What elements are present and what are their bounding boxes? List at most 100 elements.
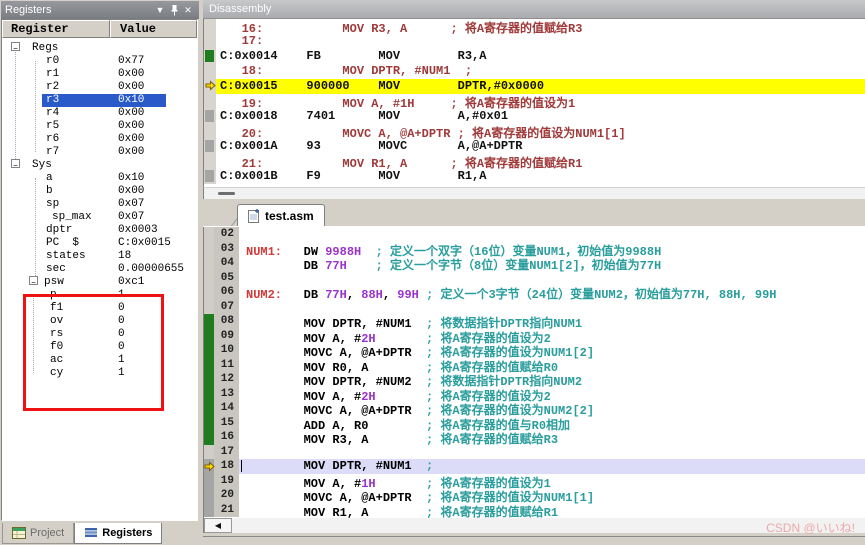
register-value[interactable]: 1 bbox=[118, 367, 125, 380]
editor-line-02[interactable]: 02 bbox=[204, 227, 865, 242]
editor-line-08[interactable]: 08 MOV DPTR, #NUM1 ; 将数据指针DPTR指向NUM1 bbox=[204, 314, 865, 331]
editor-line-12[interactable]: 12 MOV DPTR, #NUM2 ; 将数据指针DPTR指向NUM2 bbox=[204, 372, 865, 389]
gutter-cell[interactable] bbox=[204, 270, 214, 285]
disassembly-hscrollbar[interactable] bbox=[203, 187, 865, 199]
editor-line-03[interactable]: 03 NUM1: DW 9988H ; 定义一个双字（16位）变量NUM1，初始值… bbox=[204, 241, 865, 259]
code-text[interactable]: MOV DPTR, #NUM2 ; 将数据指针DPTR指向NUM2 bbox=[239, 372, 865, 389]
register-row-ac[interactable]: ac 1 bbox=[2, 354, 197, 367]
code-marker[interactable] bbox=[204, 459, 215, 474]
register-value[interactable]: 0x00 bbox=[118, 146, 144, 159]
editor-line-14[interactable]: 14 MOVC A, @A+DPTR ; 将A寄存器的值设为NUM2[2] bbox=[204, 401, 865, 418]
code-text[interactable]: DB 77H ; 定义一个字节（8位）变量NUM1[2]，初始值为77H bbox=[239, 256, 865, 273]
gutter-cell[interactable] bbox=[204, 444, 214, 459]
register-row-dptr[interactable]: dptr 0x0003 bbox=[2, 224, 197, 237]
editor-line-15[interactable]: 15 ADD A, R0 ; 将A寄存器的值与R0相加 bbox=[204, 415, 865, 433]
register-value[interactable]: 0x07 bbox=[118, 198, 144, 211]
code-marker[interactable] bbox=[204, 473, 214, 488]
editor-line-05[interactable]: 05 bbox=[204, 270, 865, 286]
register-value[interactable]: 1 bbox=[118, 354, 125, 367]
code-text[interactable]: MOV R3, A ; 将A寄存器的值赋给R3 bbox=[239, 430, 865, 447]
register-row-p[interactable]: p1 bbox=[2, 289, 197, 302]
scrollbar-thumb[interactable] bbox=[218, 192, 235, 195]
code-text[interactable]: MOV A, #2H ; 将A寄存器的值设为2 bbox=[239, 387, 865, 404]
register-row-psw[interactable]: − psw 0xc1 bbox=[2, 276, 197, 289]
code-text[interactable] bbox=[239, 271, 865, 286]
register-row-cy[interactable]: cy 1 bbox=[2, 367, 197, 380]
register-row-r0[interactable]: r0 0x77 bbox=[2, 55, 197, 68]
register-value[interactable]: 0x00 bbox=[118, 81, 144, 94]
code-text[interactable]: MOV DPTR, #NUM1 ; bbox=[239, 459, 865, 474]
gutter-cell[interactable] bbox=[204, 299, 214, 314]
code-text[interactable]: MOV R0, A ; 将A寄存器的值赋给R0 bbox=[239, 358, 865, 375]
register-value[interactable]: 0.00000655 bbox=[118, 263, 184, 276]
tab-registers[interactable]: Registers bbox=[74, 523, 163, 544]
code-marker[interactable] bbox=[204, 357, 214, 372]
editor-line-20[interactable]: 20 MOVC A, @A+DPTR ; 将A寄存器的值设为NUM1[1] bbox=[204, 488, 865, 505]
disassembly-line[interactable]: 17: bbox=[204, 34, 865, 49]
code-text[interactable] bbox=[239, 227, 865, 242]
register-value[interactable]: 0x07 bbox=[118, 211, 144, 224]
disassembly-line[interactable]: C:0x0014 FB MOV R3,A bbox=[204, 49, 865, 64]
register-value[interactable]: 0x0003 bbox=[118, 224, 158, 237]
editor-line-07[interactable]: 07 bbox=[204, 299, 865, 315]
disassembly-gutter[interactable] bbox=[204, 64, 216, 79]
register-column-header[interactable]: Register bbox=[2, 20, 110, 38]
chevron-down-icon[interactable]: ▼ bbox=[153, 3, 167, 17]
code-marker[interactable] bbox=[204, 314, 214, 329]
register-value[interactable]: 0x77 bbox=[118, 55, 144, 68]
code-text[interactable]: MOV R1, A ; 将A寄存器的值赋给R1 bbox=[239, 503, 865, 519]
tab-test-asm[interactable]: test.asm bbox=[237, 204, 325, 227]
register-row-r6[interactable]: r6 0x00 bbox=[2, 133, 197, 146]
code-text[interactable]: MOVC A, @A+DPTR ; 将A寄存器的值设为NUM1[2] bbox=[239, 343, 865, 360]
disassembly-line[interactable]: 19: MOV A, #1H ; 将A寄存器的值设为1 bbox=[204, 94, 865, 111]
register-value[interactable]: 0 bbox=[118, 315, 125, 328]
disassembly-line[interactable]: 18: MOV DPTR, #NUM1 ; bbox=[204, 64, 865, 79]
gutter-cell[interactable] bbox=[204, 256, 214, 271]
register-row-r1[interactable]: r1 0x00 bbox=[2, 68, 197, 81]
register-row-b[interactable]: b 0x00 bbox=[2, 185, 197, 198]
register-row-r2[interactable]: r2 0x00 bbox=[2, 81, 197, 94]
code-marker[interactable] bbox=[204, 401, 214, 416]
tree-expander-icon[interactable]: − bbox=[11, 159, 20, 171]
register-value[interactable]: 0x00 bbox=[118, 68, 144, 81]
editor-line-18[interactable]: 18 MOV DPTR, #NUM1 ; bbox=[204, 459, 865, 474]
editor-line-11[interactable]: 11 MOV R0, A ; 将A寄存器的值赋给R0 bbox=[204, 357, 865, 375]
register-row-sp_max[interactable]: sp_max 0x07 bbox=[2, 211, 197, 224]
gutter-cell[interactable] bbox=[204, 241, 214, 256]
editor-line-17[interactable]: 17 bbox=[204, 444, 865, 459]
register-row-f1[interactable]: f1 0 bbox=[2, 302, 197, 315]
code-text[interactable]: NUM1: DW 9988H ; 定义一个双字（16位）变量NUM1，初始值为9… bbox=[239, 242, 865, 259]
tree-expander-icon[interactable]: − bbox=[29, 276, 38, 288]
gutter-cell[interactable] bbox=[204, 285, 214, 300]
register-row-sp[interactable]: sp 0x07 bbox=[2, 198, 197, 211]
pin-icon[interactable] bbox=[167, 3, 181, 17]
disassembly-gutter[interactable] bbox=[204, 49, 216, 64]
register-row-r7[interactable]: r7 0x00 bbox=[2, 146, 197, 159]
register-value[interactable]: 0xc1 bbox=[118, 276, 144, 289]
editor-hscrollbar[interactable]: ◀ CSDN @いいね! bbox=[203, 518, 865, 535]
value-column-header[interactable]: Value bbox=[110, 20, 197, 38]
code-marker[interactable] bbox=[204, 328, 214, 343]
register-value[interactable]: C:0x0015 bbox=[118, 237, 171, 250]
disassembly-line[interactable]: 20: MOVC A, @A+DPTR ; 将A寄存器的值设为NUM1[1] bbox=[204, 124, 865, 141]
code-text[interactable]: NUM2: DB 77H, 88H, 99H ; 定义一个3字节（24位）变量N… bbox=[239, 285, 865, 302]
disassembly-gutter[interactable] bbox=[204, 169, 216, 184]
register-value[interactable]: 0 bbox=[118, 328, 125, 341]
register-row-r3[interactable]: r3 0x10 bbox=[2, 94, 197, 107]
disassembly-gutter[interactable] bbox=[204, 94, 216, 109]
tree-expander-icon[interactable]: − bbox=[11, 42, 20, 54]
register-value[interactable]: 0x10 bbox=[118, 94, 144, 107]
gutter-cell[interactable] bbox=[204, 227, 214, 242]
editor-line-04[interactable]: 04 DB 77H ; 定义一个字节（8位）变量NUM1[2]，初始值为77H bbox=[204, 256, 865, 273]
register-value[interactable]: 0x10 bbox=[118, 172, 144, 185]
disassembly-line[interactable]: C:0x001A 93 MOVC A,@A+DPTR bbox=[204, 139, 865, 154]
code-marker[interactable] bbox=[204, 343, 214, 358]
register-value[interactable]: 0x00 bbox=[118, 185, 144, 198]
disassembly-gutter[interactable] bbox=[204, 124, 216, 139]
disassembly-line[interactable]: 21: MOV R1, A ; 将A寄存器的值赋给R1 bbox=[204, 154, 865, 171]
code-marker[interactable] bbox=[204, 415, 214, 430]
code-marker[interactable] bbox=[204, 502, 214, 517]
editor-line-06[interactable]: 06 NUM2: DB 77H, 88H, 99H ; 定义一个3字节（24位）变… bbox=[204, 285, 865, 302]
close-icon[interactable]: ✕ bbox=[181, 3, 195, 17]
code-text[interactable] bbox=[239, 300, 865, 315]
